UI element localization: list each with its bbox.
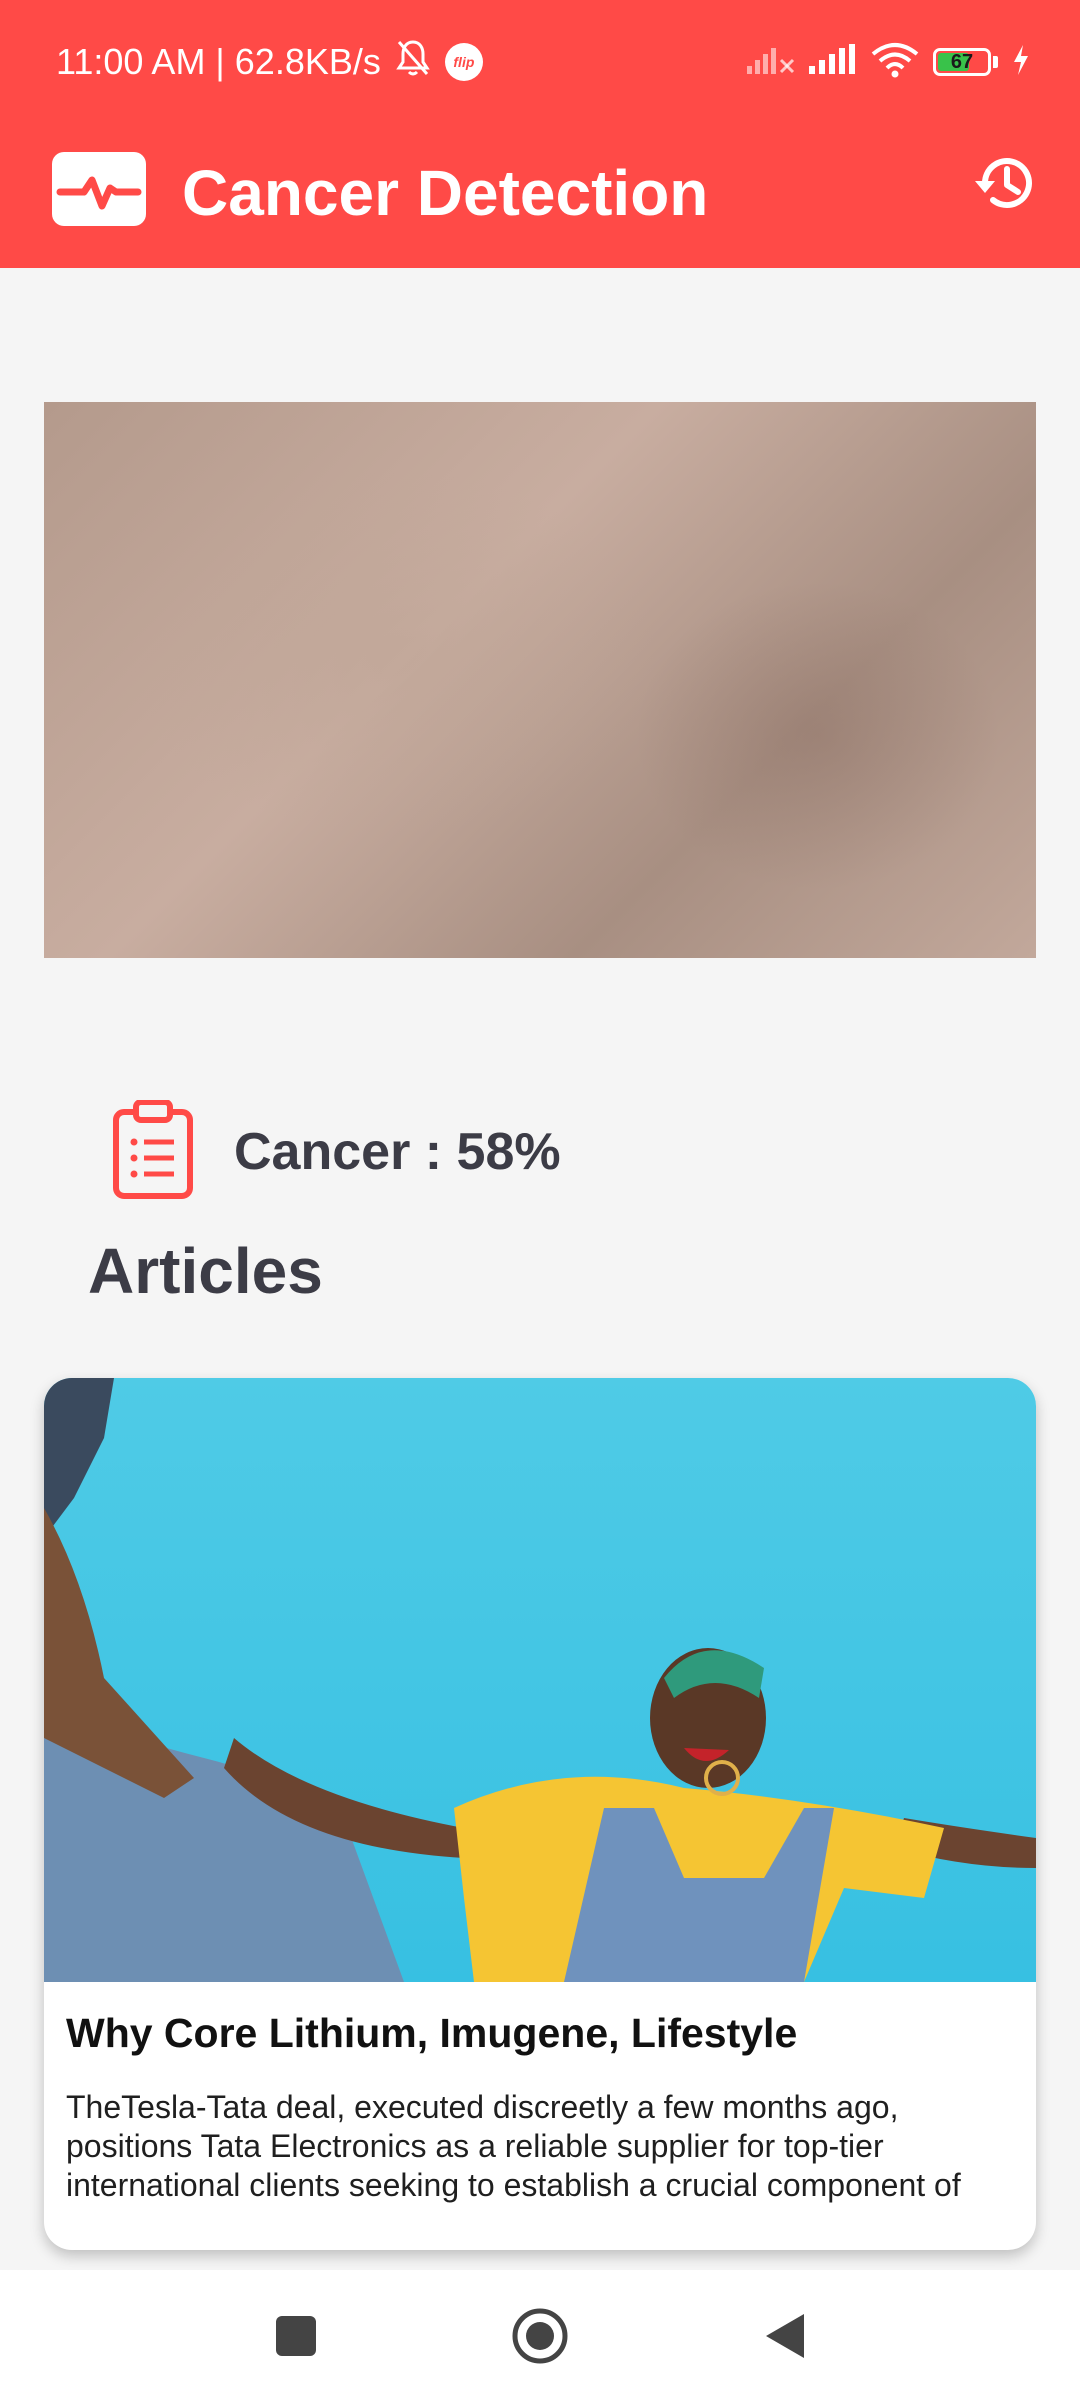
- app-bar: Cancer Detection: [0, 124, 1080, 268]
- article-card[interactable]: Why Core Lithium, Imugene, Lifestyle The…: [44, 1378, 1036, 2250]
- heartbeat-icon: [52, 152, 146, 226]
- status-bar: 11:00 AM | 62.8KB/s flip 67: [0, 0, 1080, 124]
- square-icon: [276, 2316, 316, 2356]
- status-left: 11:00 AM | 62.8KB/s flip: [56, 34, 483, 90]
- status-time-speed: 11:00 AM | 62.8KB/s: [56, 41, 381, 82]
- nav-bar: [0, 2270, 1080, 2400]
- charging-icon: [1012, 44, 1030, 80]
- wifi-icon: [871, 42, 919, 83]
- articles-heading: Articles: [88, 1235, 323, 1307]
- article-title: Why Core Lithium, Imugene, Lifestyle: [66, 2010, 798, 2056]
- battery-tip: [993, 56, 998, 68]
- history-icon: [975, 158, 1032, 209]
- skin-image: [44, 402, 1036, 958]
- back-button[interactable]: [754, 2306, 814, 2366]
- home-button[interactable]: [510, 2306, 570, 2366]
- flip-badge-icon: flip: [444, 43, 483, 81]
- status-right: 67: [747, 34, 1030, 90]
- bell-off-icon: [395, 38, 431, 87]
- result-row: Cancer : 58%: [112, 1096, 561, 1208]
- home-circle-icon: [512, 2308, 568, 2364]
- clipboard-icon: [112, 1098, 194, 1205]
- result-text: Cancer : 58%: [234, 1123, 561, 1181]
- recents-button[interactable]: [266, 2306, 326, 2366]
- back-triangle-icon: [766, 2314, 804, 2358]
- app-title: Cancer Detection: [182, 157, 709, 229]
- battery-percent: 67: [950, 50, 974, 73]
- signal-icon: [809, 43, 857, 81]
- article-image: [44, 1378, 1036, 1982]
- article-description: TheTesla-Tata deal, executed discreetly …: [66, 2089, 961, 2203]
- battery-icon: 67: [933, 48, 991, 76]
- signal-off-icon: [747, 44, 795, 81]
- history-button[interactable]: [968, 146, 1042, 220]
